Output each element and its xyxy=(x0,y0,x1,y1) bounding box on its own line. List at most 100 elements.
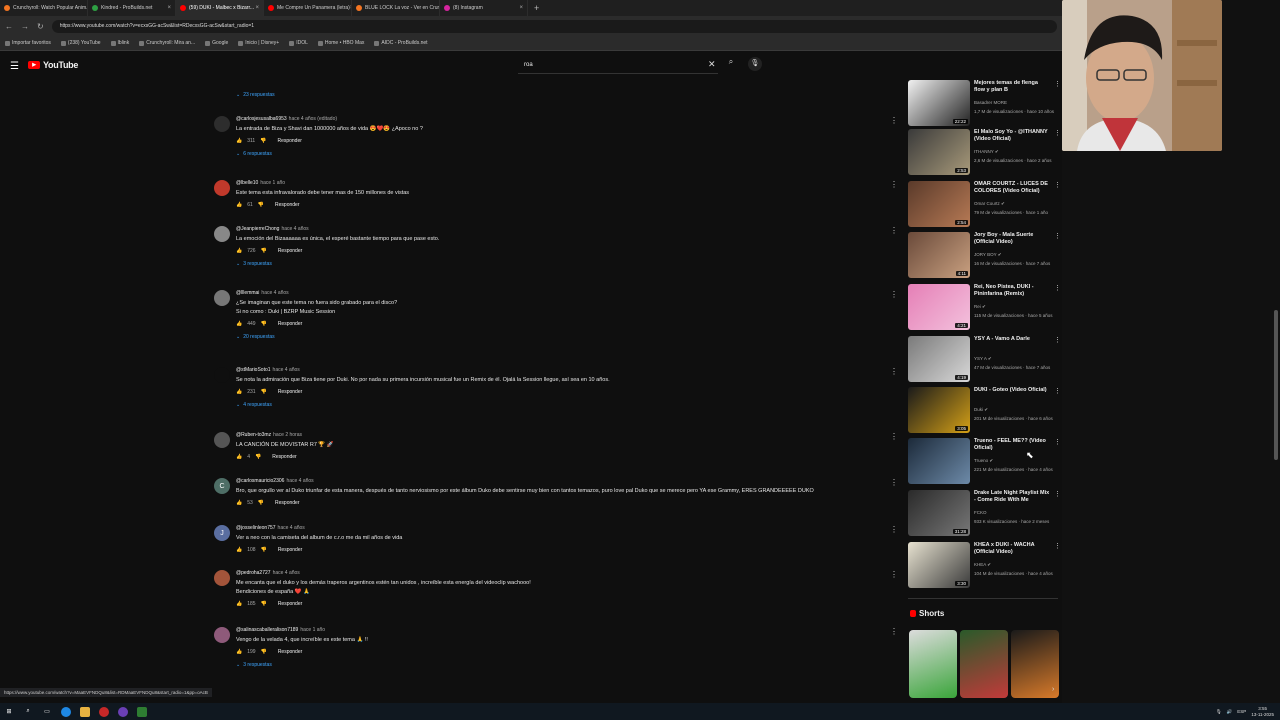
video-channel[interactable]: Basadrer MORE xyxy=(974,100,1007,105)
browser-tab[interactable]: Kindred - ProBuilds.net × xyxy=(88,0,176,16)
like-icon[interactable]: 👍 xyxy=(236,202,242,208)
dislike-icon[interactable]: 👎 xyxy=(258,202,264,208)
more-options-icon[interactable]: ⋮ xyxy=(890,226,898,235)
search-icon[interactable]: ⌕ xyxy=(23,707,33,717)
like-icon[interactable]: 👍 xyxy=(236,500,242,506)
video-title[interactable]: Trueno - FEEL ME?? (Video Oficial) xyxy=(974,438,1050,452)
avatar[interactable] xyxy=(214,367,230,383)
microphone-icon[interactable]: 🎙 xyxy=(748,57,762,71)
avatar[interactable] xyxy=(214,570,230,586)
short-thumbnail[interactable] xyxy=(960,630,1008,698)
video-title[interactable]: OMAR COURTZ - LUCES DE COLORES (Video Of… xyxy=(974,181,1050,195)
comment-author[interactable]: @carlosjesusalba6953 xyxy=(236,116,287,122)
comment-time[interactable]: hace 1 año xyxy=(300,627,325,633)
video-thumbnail[interactable]: 4:21 xyxy=(908,284,970,330)
reply-button[interactable]: Responder xyxy=(278,389,302,395)
hamburger-menu-icon[interactable]: ☰ xyxy=(10,61,19,72)
video-title[interactable]: Rei, Neo Pistea, DUKI - Pininfarina (Rem… xyxy=(974,284,1050,298)
comment-author[interactable]: @pedroha2727 xyxy=(236,570,271,576)
browser-tab[interactable]: (59) DUKI - Malbec x Bizarr... × xyxy=(176,0,264,16)
search-icon[interactable]: ⌕ xyxy=(724,57,738,71)
language-indicator[interactable]: ESP xyxy=(1237,709,1246,714)
like-icon[interactable]: 👍 xyxy=(236,248,242,254)
avatar[interactable] xyxy=(214,116,230,132)
reload-icon[interactable]: ↻ xyxy=(37,22,44,31)
comment-time[interactable]: hace 4 años xyxy=(281,226,308,232)
dislike-icon[interactable]: 👎 xyxy=(260,138,266,144)
video-channel[interactable]: Duki ✔ xyxy=(974,407,988,413)
dislike-icon[interactable]: 👎 xyxy=(261,389,267,395)
microphone-icon[interactable]: 🎙 xyxy=(1216,709,1222,715)
video-thumbnail[interactable]: 2:54 xyxy=(908,181,970,227)
video-thumbnail[interactable]: 2:53 xyxy=(908,129,970,175)
related-video[interactable]: Trueno - FEEL ME?? (Video Oficial) Trueno… xyxy=(908,438,1061,486)
video-title[interactable]: Jory Boy - Mala Suerte (Official Video) xyxy=(974,232,1050,246)
video-title[interactable]: DUKI - Goteo (Video Oficial) xyxy=(974,387,1050,394)
dislike-icon[interactable]: 👎 xyxy=(261,649,267,655)
related-video[interactable]: 22:22 Mejores temas de flenga flow y plan… xyxy=(908,80,1061,128)
video-title[interactable]: El Malo Soy Yo - @ITHANNY (Video Oficial… xyxy=(974,129,1050,143)
file-explorer-icon[interactable] xyxy=(80,706,90,717)
video-channel[interactable]: FCKO xyxy=(974,510,987,515)
browser-tab[interactable]: BLUE LOCK La voz - Ver en Crunc...× xyxy=(352,0,440,16)
more-options-icon[interactable]: ⋮ xyxy=(890,432,898,441)
back-icon[interactable]: ← xyxy=(5,22,13,31)
bookmark-item[interactable]: IDOL xyxy=(289,40,308,46)
comment-time[interactable]: hace 4 años xyxy=(273,367,300,373)
more-options-icon[interactable]: ⋮ xyxy=(890,627,898,636)
more-options-icon[interactable]: ⋮ xyxy=(1054,181,1061,189)
browser-tab[interactable]: Crunchyroll: Watch Popular Anim...× xyxy=(0,0,88,16)
related-video[interactable]: 2:54 OMAR COURTZ - LUCES DE COLORES (Vide… xyxy=(908,181,1061,229)
more-options-icon[interactable]: ⋮ xyxy=(1054,80,1061,88)
video-channel[interactable]: KHEA ✔ xyxy=(974,562,991,568)
video-channel[interactable]: Trueno ✔ xyxy=(974,458,993,464)
comment-time[interactable]: hace 4 años xyxy=(261,290,288,296)
more-options-icon[interactable]: ⋮ xyxy=(1054,129,1061,137)
video-thumbnail[interactable]: 3:30 xyxy=(908,542,970,588)
more-options-icon[interactable]: ⋮ xyxy=(890,367,898,376)
dislike-icon[interactable]: 👎 xyxy=(261,601,267,607)
avatar[interactable] xyxy=(214,627,230,643)
url-field[interactable]: https://www.youtube.com/watch?v=ecxsGG-a… xyxy=(51,19,1057,33)
chrome-icon[interactable] xyxy=(61,706,71,717)
more-options-icon[interactable]: ⋮ xyxy=(890,180,898,189)
clear-search-icon[interactable]: ✕ xyxy=(708,59,716,70)
bookmark-item[interactable]: (238) YouTube xyxy=(60,40,101,46)
comment-time[interactable]: hace 4 años xyxy=(273,570,300,576)
view-replies-button[interactable]: ⌄ 6 respuestas xyxy=(236,151,272,157)
more-options-icon[interactable]: ⋮ xyxy=(1054,284,1061,292)
more-options-icon[interactable]: ⋮ xyxy=(1054,336,1061,344)
related-video[interactable]: 4:19 YSY A - Vamo A Darle YSY A ✔ 47 M de v… xyxy=(908,336,1061,384)
reply-button[interactable]: Responder xyxy=(278,601,302,607)
video-channel[interactable]: Omar Courtz ✔ xyxy=(974,201,1005,207)
like-icon[interactable]: 👍 xyxy=(236,454,242,460)
forward-icon[interactable]: → xyxy=(21,22,29,31)
video-channel[interactable]: JORY BOY ✔ xyxy=(974,252,1002,258)
dislike-icon[interactable]: 👎 xyxy=(258,500,264,506)
comment-author[interactable]: @salinascaballeralison7189 xyxy=(236,627,298,633)
clock[interactable]: 3:55 13-11-2025 xyxy=(1251,706,1274,718)
view-replies-button[interactable]: ⌄ 20 respuestas xyxy=(236,334,275,340)
comment-author[interactable]: @Ruben-to3mz xyxy=(236,432,271,438)
view-replies-button[interactable]: ⌄ 4 respuestas xyxy=(236,402,272,408)
like-icon[interactable]: 👍 xyxy=(236,138,242,144)
more-options-icon[interactable]: ⋮ xyxy=(1054,438,1061,446)
bookmark-item[interactable]: Home • HBO Max xyxy=(317,40,364,46)
bookmark-item[interactable]: Inicio | Disney+ xyxy=(238,40,279,46)
app-icon-green[interactable] xyxy=(137,706,147,717)
close-icon[interactable]: × xyxy=(167,5,171,11)
app-icon-purple[interactable] xyxy=(118,706,128,717)
dislike-icon[interactable]: 👎 xyxy=(261,547,267,553)
avatar[interactable]: C xyxy=(214,478,230,494)
reply-button[interactable]: Responder xyxy=(277,138,301,144)
dislike-icon[interactable]: 👎 xyxy=(261,321,267,327)
scrollbar-thumb[interactable] xyxy=(1274,310,1278,460)
volume-icon[interactable]: 🔊 xyxy=(1227,709,1233,715)
search-input[interactable]: roa xyxy=(518,58,718,74)
comment-time[interactable]: hace 4 años xyxy=(286,478,313,484)
video-thumbnail[interactable]: 4:19 xyxy=(908,336,970,382)
comment-author[interactable]: @carlosmauricio2306 xyxy=(236,478,284,484)
comment-time[interactable]: hace 4 años xyxy=(278,525,305,531)
reply-button[interactable]: Responder xyxy=(278,248,302,254)
more-options-icon[interactable]: ⋮ xyxy=(890,525,898,534)
